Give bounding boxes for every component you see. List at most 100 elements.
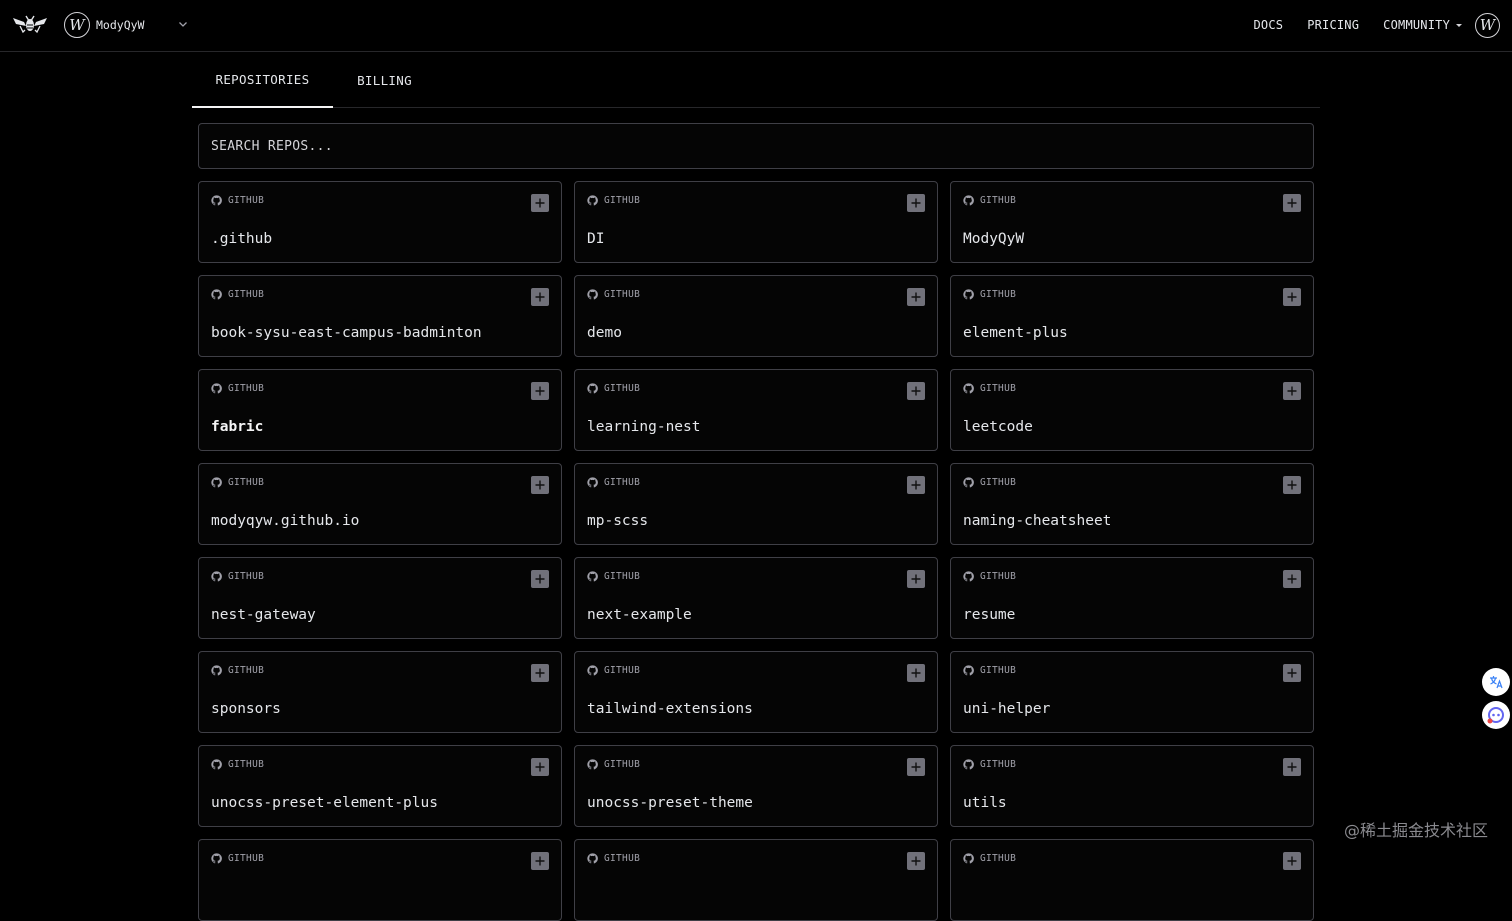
- repo-source: GITHUB: [587, 195, 640, 206]
- nav-docs-link[interactable]: DOCS: [1253, 18, 1283, 32]
- repo-name: sponsors: [211, 701, 281, 717]
- add-repo-button[interactable]: [1283, 852, 1301, 870]
- repo-source: GITHUB: [587, 665, 640, 676]
- github-icon: [211, 571, 222, 582]
- repo-name: demo: [587, 325, 622, 341]
- repo-card[interactable]: GITHUB: [950, 839, 1314, 921]
- tab-billing[interactable]: BILLING: [333, 52, 436, 108]
- repo-name: mp-scss: [587, 513, 649, 529]
- plus-icon: [535, 292, 545, 302]
- repo-name: book-sysu-east-campus-badminton: [211, 325, 482, 341]
- repo-name: ModyQyW: [963, 231, 1025, 247]
- plus-icon: [535, 762, 545, 772]
- add-repo-button[interactable]: [531, 570, 549, 588]
- repo-card[interactable]: GITHUB DI: [574, 181, 938, 263]
- repo-card[interactable]: GITHUB: [574, 839, 938, 921]
- repo-card[interactable]: GITHUB resume: [950, 557, 1314, 639]
- repo-name: DI: [587, 231, 605, 247]
- repo-source: GITHUB: [963, 571, 1016, 582]
- add-repo-button[interactable]: [1283, 288, 1301, 306]
- repo-card[interactable]: GITHUB unocss-preset-theme: [574, 745, 938, 827]
- account-name: ModyQyW: [96, 18, 145, 32]
- add-repo-button[interactable]: [531, 664, 549, 682]
- add-repo-button[interactable]: [1283, 758, 1301, 776]
- add-repo-button[interactable]: [907, 758, 925, 776]
- add-repo-button[interactable]: [1283, 476, 1301, 494]
- assistant-button[interactable]: [1482, 701, 1510, 729]
- repo-card[interactable]: GITHUB sponsors: [198, 651, 562, 733]
- add-repo-button[interactable]: [907, 288, 925, 306]
- repo-card[interactable]: GITHUB unocss-preset-element-plus: [198, 745, 562, 827]
- add-repo-button[interactable]: [907, 852, 925, 870]
- repo-card[interactable]: GITHUB naming-cheatsheet: [950, 463, 1314, 545]
- add-repo-button[interactable]: [1283, 382, 1301, 400]
- github-icon: [211, 759, 222, 770]
- add-repo-button[interactable]: [531, 194, 549, 212]
- top-navigation-bar: W ModyQyW DOCS PRICING COMMUNITY W: [0, 0, 1512, 52]
- github-icon: [963, 665, 974, 676]
- repo-card[interactable]: GITHUB learning-nest: [574, 369, 938, 451]
- plus-icon: [1287, 856, 1297, 866]
- plus-icon: [911, 198, 921, 208]
- repo-source: GITHUB: [211, 383, 264, 394]
- nav-community-label: COMMUNITY: [1383, 18, 1450, 32]
- add-repo-button[interactable]: [1283, 194, 1301, 212]
- nav-community-menu[interactable]: COMMUNITY: [1383, 18, 1462, 32]
- translate-button[interactable]: [1482, 668, 1510, 696]
- repo-source: GITHUB: [211, 195, 264, 206]
- repo-name: leetcode: [963, 419, 1033, 435]
- github-icon: [211, 195, 222, 206]
- repo-card[interactable]: GITHUB tailwind-extensions: [574, 651, 938, 733]
- repo-card[interactable]: GITHUB mp-scss: [574, 463, 938, 545]
- repo-card[interactable]: GITHUB leetcode: [950, 369, 1314, 451]
- search-repos-input[interactable]: [198, 123, 1314, 169]
- repo-card[interactable]: GITHUB modyqyw.github.io: [198, 463, 562, 545]
- repo-card[interactable]: GITHUB fabric: [198, 369, 562, 451]
- add-repo-button[interactable]: [531, 758, 549, 776]
- repo-card[interactable]: GITHUB ModyQyW: [950, 181, 1314, 263]
- tab-repositories[interactable]: REPOSITORIES: [192, 52, 333, 108]
- add-repo-button[interactable]: [907, 476, 925, 494]
- repo-source: GITHUB: [211, 477, 264, 488]
- plus-icon: [911, 386, 921, 396]
- add-repo-button[interactable]: [1283, 664, 1301, 682]
- add-repo-button[interactable]: [907, 664, 925, 682]
- repo-source: GITHUB: [211, 289, 264, 300]
- repo-source: GITHUB: [587, 571, 640, 582]
- add-repo-button[interactable]: [531, 288, 549, 306]
- repo-name: utils: [963, 795, 1007, 811]
- repo-source: GITHUB: [963, 477, 1016, 488]
- source-label: GITHUB: [228, 759, 265, 770]
- repo-card[interactable]: GITHUB uni-helper: [950, 651, 1314, 733]
- repo-card[interactable]: GITHUB utils: [950, 745, 1314, 827]
- add-repo-button[interactable]: [1283, 570, 1301, 588]
- repo-card[interactable]: GITHUB element-plus: [950, 275, 1314, 357]
- repo-source: GITHUB: [587, 853, 640, 864]
- repo-card[interactable]: GITHUB next-example: [574, 557, 938, 639]
- repo-card[interactable]: GITHUB nest-gateway: [198, 557, 562, 639]
- github-icon: [587, 759, 598, 770]
- bee-logo-icon[interactable]: [12, 13, 48, 37]
- repo-card[interactable]: GITHUB book-sysu-east-campus-badminton: [198, 275, 562, 357]
- source-label: GITHUB: [980, 383, 1017, 394]
- repo-card[interactable]: GITHUB demo: [574, 275, 938, 357]
- source-label: GITHUB: [604, 477, 641, 488]
- add-repo-button[interactable]: [907, 570, 925, 588]
- account-switcher[interactable]: W ModyQyW: [64, 11, 144, 39]
- user-avatar-button[interactable]: W: [1475, 12, 1500, 38]
- add-repo-button[interactable]: [531, 476, 549, 494]
- repo-source: GITHUB: [211, 759, 264, 770]
- repo-source: GITHUB: [587, 383, 640, 394]
- source-label: GITHUB: [228, 665, 265, 676]
- add-repo-button[interactable]: [907, 194, 925, 212]
- repo-card[interactable]: GITHUB: [198, 839, 562, 921]
- nav-pricing-link[interactable]: PRICING: [1307, 18, 1359, 32]
- chevron-down-icon[interactable]: [176, 17, 190, 31]
- add-repo-button[interactable]: [531, 852, 549, 870]
- plus-icon: [1287, 480, 1297, 490]
- repo-card[interactable]: GITHUB .github: [198, 181, 562, 263]
- add-repo-button[interactable]: [907, 382, 925, 400]
- source-label: GITHUB: [604, 665, 641, 676]
- source-label: GITHUB: [604, 195, 641, 206]
- add-repo-button[interactable]: [531, 382, 549, 400]
